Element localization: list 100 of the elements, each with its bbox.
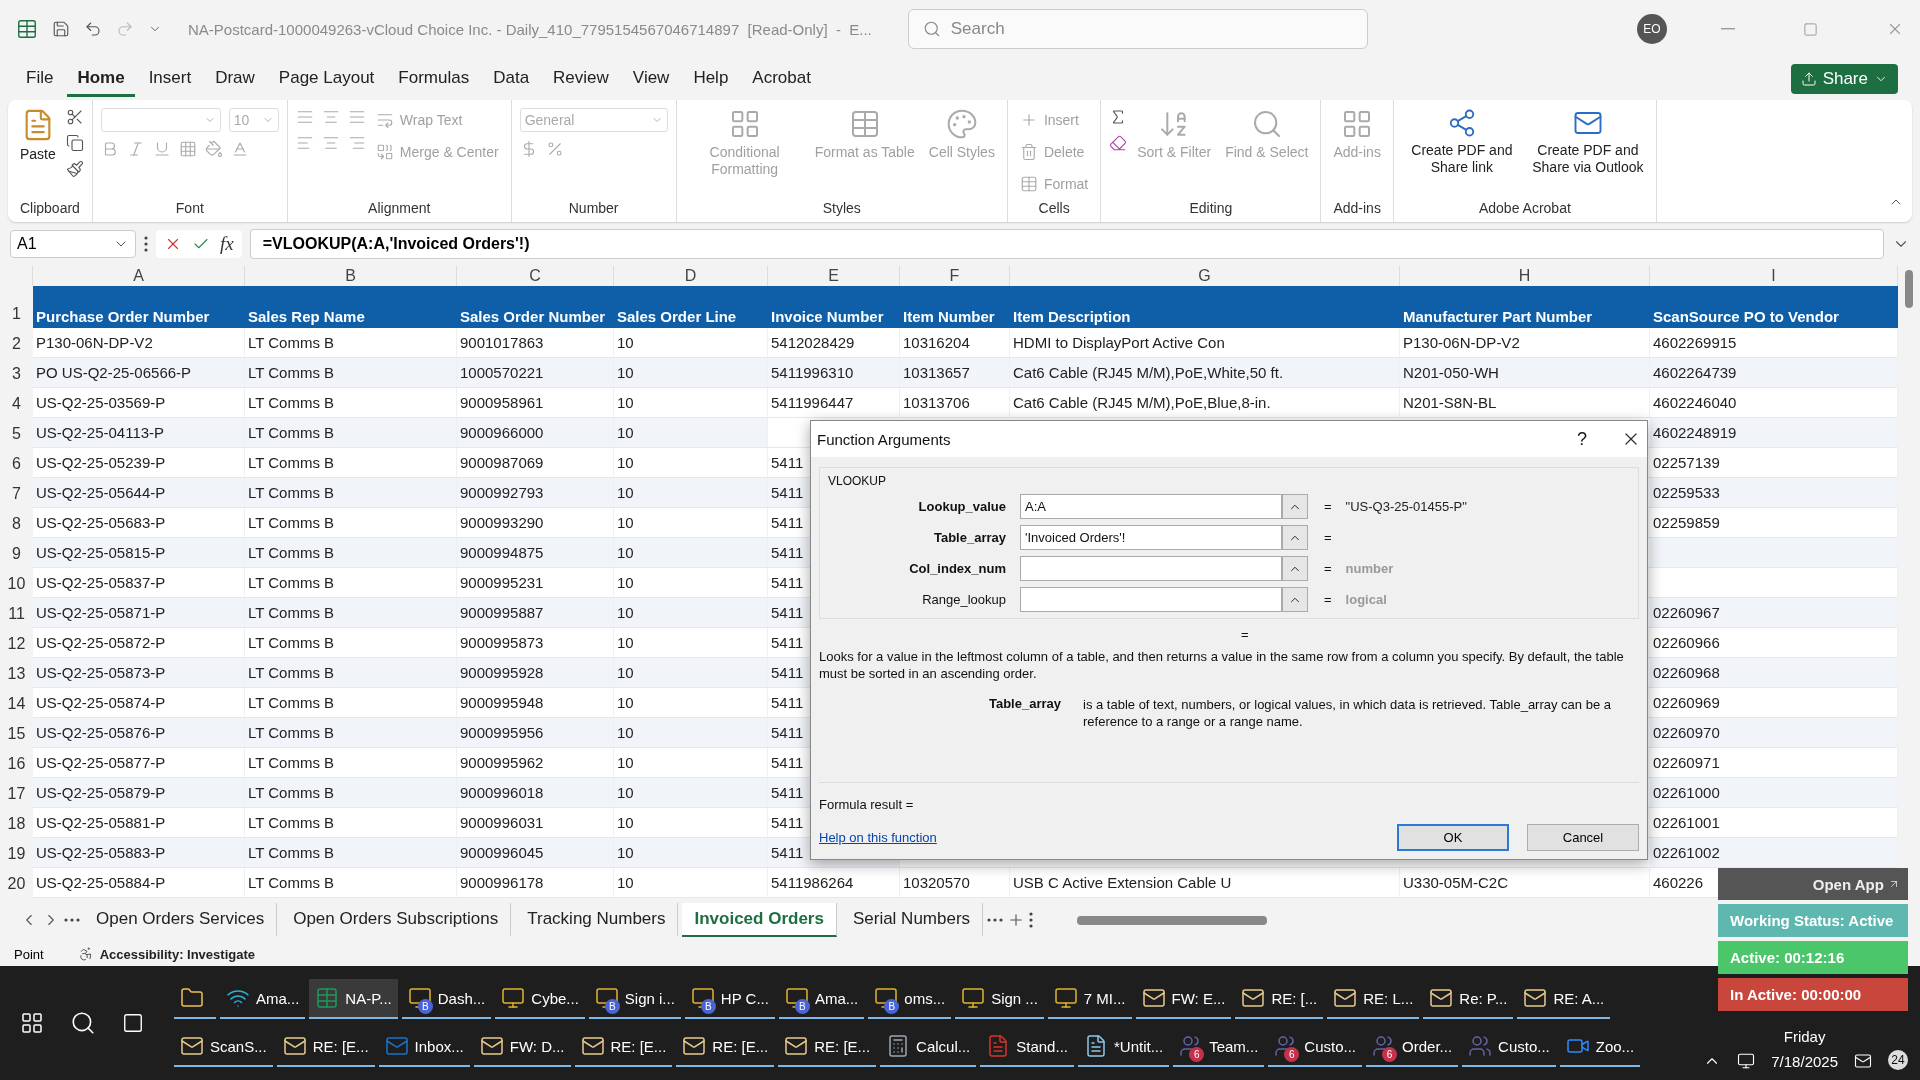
row-number: 15 [0,718,33,748]
formula-field[interactable]: =VLOOKUP(A:A,'Invoiced Orders'!) [249,229,1884,259]
cancel-button[interactable]: Cancel [1527,824,1639,851]
sheet-tab[interactable]: Tracking Numbers [515,903,679,937]
sheet-tab[interactable]: Open Orders Subscriptions [281,903,512,937]
taskbar-button[interactable]: 6 Custo... [1268,1027,1363,1067]
table-cell: U330-05M-C2C [1400,868,1650,898]
table-cell: 02260967 [1650,598,1898,628]
taskbar-button[interactable]: Calcul... [880,1027,977,1067]
share-button[interactable]: Share [1790,64,1898,94]
ribbon-tab[interactable]: Page Layout [268,61,385,97]
taskbar-button[interactable]: RE: [E... [574,1027,673,1067]
ribbon-tab[interactable]: File [16,61,64,97]
group-label: Editing [1188,199,1234,218]
open-app-button[interactable]: Open App [1718,868,1908,900]
create-pdf-button[interactable]: Create PDF and Share via Outlook [1527,104,1648,180]
column-header[interactable]: A [33,266,245,286]
ribbon-tab[interactable]: Draw [205,61,265,97]
ribbon-tab[interactable]: Home [67,61,135,97]
column-header[interactable]: G [1010,266,1400,286]
taskbar-button[interactable]: Ama... [220,979,306,1019]
taskbar-button[interactable]: RE: [... [1235,979,1324,1019]
argument-field[interactable]: A:A [1020,494,1282,519]
table-cell: US-Q2-25-05874-P [33,688,245,718]
insert-function-button[interactable]: fx [220,233,234,255]
day-label: Friday [1783,1028,1826,1045]
ribbon-tab[interactable]: View [622,61,680,97]
table-cell: 10 [614,628,768,658]
accessibility-button[interactable]: Accessibility: Investigate [73,943,259,965]
table-cell: 10 [614,538,768,568]
taskbar-button[interactable]: RE: [E... [276,1027,375,1067]
sheet-tab[interactable]: Invoiced Orders [682,903,837,937]
header-cell: Sales Order Line [614,286,768,328]
equals-sign: = [1324,530,1332,545]
window-title: NA-Postcard-1000049263-vCloud Choice Inc. - Daily_410_7795154567046714897 [Read-Only] - E... [188,20,872,38]
table-cell: 10 [614,688,768,718]
group-label: Alignment [367,199,432,218]
search-field[interactable]: Search [907,9,1368,49]
table-cell: 9000995948 [457,688,614,718]
row-number: 13 [0,658,33,688]
table-cell: 10 [614,358,768,388]
taskbar-button[interactable]: 6 Team... [1173,1027,1265,1067]
table-cell: LT Comms B [245,598,457,628]
column-header[interactable]: I [1650,266,1898,286]
ok-button[interactable]: OK [1397,824,1509,851]
taskbar-button[interactable]: B oms... [868,979,952,1019]
taskbar-button[interactable]: Cybe... [495,979,585,1019]
ribbon-tab[interactable]: Review [543,61,619,97]
help-button[interactable]: ? [1577,428,1587,450]
taskbar-button[interactable]: Re: P... [1423,979,1514,1019]
paste-button[interactable]: Paste [16,104,60,167]
sheet-tab[interactable]: Serial Numbers [840,903,984,937]
table-cell: 02260970 [1650,718,1898,748]
taskbar-button[interactable]: Inbox... [378,1027,470,1067]
table-cell: Cat6 Cable (RJ45 M/M),PoE,White,50 ft. [1010,358,1400,388]
table-cell: USB C Active Extension Cable U [1010,868,1400,898]
badge: B [604,999,620,1014]
table-cell: 10 [614,508,768,538]
row-number: 6 [0,448,33,478]
table-cell: 10 [614,838,768,868]
taskbar-button[interactable]: B Dash... [401,979,492,1019]
ribbon-tab[interactable]: Formulas [388,61,480,97]
taskbar-button[interactable]: 6 Order... [1366,1027,1459,1067]
column-header[interactable]: E [768,266,900,286]
taskbar-button[interactable]: FW: E... [1135,979,1232,1019]
taskbar-button[interactable]: RE: [E... [676,1027,775,1067]
column-header[interactable]: C [457,266,614,286]
taskbar-button[interactable]: RE: A... [1517,979,1611,1019]
taskbar-button[interactable]: RE: L... [1327,979,1420,1019]
ribbon-tab[interactable]: Acrobat [742,61,821,97]
taskbar-button[interactable]: FW: D... [473,1027,571,1067]
ribbon-tab[interactable]: Insert [138,61,202,97]
column-header[interactable]: F [900,266,1010,286]
row-number: 9 [0,538,33,568]
ribbon-tab[interactable]: Data [483,61,540,97]
table-cell: 9000995231 [457,568,614,598]
column-header[interactable]: H [1400,266,1650,286]
taskbar-button[interactable]: B Ama... [778,979,865,1019]
column-header[interactable]: D [614,266,768,286]
group-label: Clipboard [18,199,81,218]
taskbar-button[interactable]: NA-P... [309,979,398,1019]
taskbar-button[interactable]: Zoo... [1559,1027,1641,1067]
table-cell: 9000996018 [457,778,614,808]
user-avatar[interactable]: EO [1637,14,1667,44]
taskbar-button[interactable]: B HP C... [684,979,775,1019]
taskbar-button[interactable]: RE: [E... [778,1027,877,1067]
sheet-tab[interactable]: Open Orders Services [84,903,278,937]
taskbar-button[interactable]: B Sign i... [588,979,681,1019]
create-pdf-button[interactable]: Create PDF and Share link [1401,104,1522,180]
taskbar-button[interactable]: Sign ... [955,979,1044,1019]
table-cell: US-Q2-25-05884-P [33,868,245,898]
argument-field[interactable]: 'Invoiced Orders'! [1020,525,1282,550]
taskbar-button[interactable]: Stand... [980,1027,1074,1067]
name-box[interactable]: A1 [10,230,136,258]
taskbar-button[interactable]: *Untit... [1077,1027,1170,1067]
taskbar-button[interactable]: ScanS... [174,1027,273,1067]
column-header[interactable]: B [245,266,457,286]
ribbon-tab[interactable]: Help [683,61,739,97]
taskbar-button[interactable]: Custo... [1462,1027,1556,1067]
taskbar-button[interactable]: 7 MI... [1047,979,1132,1019]
